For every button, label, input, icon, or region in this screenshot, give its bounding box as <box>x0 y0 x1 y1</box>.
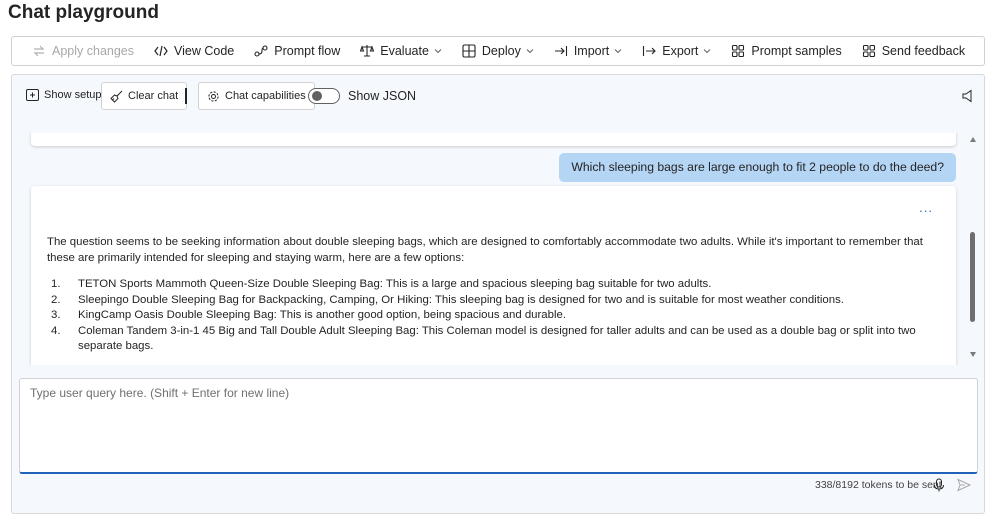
deploy-dropdown[interactable]: Deploy <box>452 37 544 65</box>
view-code-label: View Code <box>174 44 235 58</box>
toolbar-divider <box>185 88 187 104</box>
send-button[interactable] <box>957 478 972 497</box>
list-item-number: 3. <box>51 309 61 321</box>
grid-icon <box>732 44 745 58</box>
list-item-text: TETON Sports Mammoth Queen-Size Double S… <box>78 278 712 290</box>
show-json-label: Show JSON <box>348 89 417 103</box>
chat-controls: Show setup Clear chat Chat capabilities … <box>12 75 984 119</box>
speaker-icon <box>962 89 972 103</box>
evaluate-dropdown[interactable]: Evaluate <box>350 37 452 65</box>
previous-message-card <box>31 133 956 146</box>
more-options-button[interactable]: ... <box>919 200 933 215</box>
toggle-knob <box>312 91 322 101</box>
import-icon <box>554 46 567 56</box>
view-code-button[interactable]: View Code <box>144 37 244 65</box>
prompt-flow-icon <box>254 45 268 57</box>
list-item-text: Sleepingo Double Sleeping Bag for Backpa… <box>78 293 844 306</box>
microphone-icon <box>934 478 944 492</box>
page-title: Chat playground <box>8 2 159 23</box>
chevron-down-icon <box>704 49 711 54</box>
speaker-button[interactable] <box>962 89 979 103</box>
assistant-reply-list: 1. TETON Sports Mammoth Queen-Size Double… <box>47 277 927 355</box>
scroll-up-arrow-icon[interactable] <box>970 137 976 142</box>
assistant-reply-intro: The question seems to be seeking informa… <box>47 236 923 264</box>
list-item-text: Coleman Tandem 3-in-1 45 Big and Tall Do… <box>78 324 916 353</box>
export-label: Export <box>662 44 699 58</box>
grid-icon <box>862 44 875 58</box>
list-item: 1. TETON Sports Mammoth Queen-Size Double… <box>47 277 927 293</box>
list-item-number: 4. <box>51 324 61 337</box>
clear-chat-label: Clear chat <box>128 90 179 102</box>
chevron-down-icon <box>614 49 622 54</box>
prompt-samples-button[interactable]: Prompt samples <box>721 37 851 65</box>
chevron-down-icon <box>434 49 442 54</box>
export-icon <box>643 46 657 56</box>
prompt-samples-label: Prompt samples <box>751 44 842 58</box>
list-item-number: 1. <box>51 278 61 290</box>
token-count: 338/8192 tokens to be sent <box>815 479 942 491</box>
export-dropdown[interactable]: Export <box>632 37 721 65</box>
evaluate-label: Evaluate <box>380 44 429 58</box>
list-item: 3. KingCamp Oasis Double Sleeping Bag: Th… <box>47 308 927 324</box>
deploy-label: Deploy <box>481 44 521 58</box>
send-feedback-button[interactable]: Send feedback <box>852 37 975 65</box>
apply-changes-button[interactable]: Apply changes <box>22 37 144 65</box>
evaluate-icon <box>360 45 375 57</box>
chat-scrollbar[interactable] <box>969 135 979 361</box>
prompt-flow-label: Prompt flow <box>274 44 341 58</box>
apply-changes-label: Apply changes <box>52 44 135 58</box>
code-icon <box>154 45 168 57</box>
setup-panel-icon <box>26 89 39 101</box>
list-item: 4. Coleman Tandem 3-in-1 45 Big and Tall … <box>47 324 927 355</box>
deploy-icon <box>462 44 476 58</box>
user-query-input[interactable] <box>20 379 977 472</box>
command-toolbar: Apply changes View Code Prompt flow Eval… <box>11 36 985 66</box>
clear-chat-button[interactable]: Clear chat <box>101 82 188 110</box>
import-label: Import <box>573 44 610 58</box>
query-box <box>19 378 978 474</box>
scrollbar-thumb[interactable] <box>970 232 975 322</box>
chat-capabilities-label: Chat capabilities <box>225 90 306 102</box>
chat-capabilities-button[interactable]: Chat capabilities <box>198 82 315 110</box>
send-icon <box>957 478 972 492</box>
microphone-button[interactable] <box>933 478 945 497</box>
apply-changes-icon <box>33 45 45 57</box>
send-feedback-label: Send feedback <box>881 44 966 58</box>
scroll-down-arrow-icon[interactable] <box>970 352 976 357</box>
import-dropdown[interactable]: Import <box>544 37 632 65</box>
list-item: 2. Sleepingo Double Sleeping Bag for Back… <box>47 293 927 309</box>
list-item-text: KingCamp Oasis Double Sleeping Bag: This… <box>78 309 567 321</box>
user-message: Which sleeping bags are large enough to … <box>559 153 956 182</box>
chat-panel: Show setup Clear chat Chat capabilities … <box>11 74 985 514</box>
show-setup-label: Show setup <box>44 89 102 101</box>
show-setup-button[interactable]: Show setup <box>26 89 101 101</box>
assistant-message: ... The question seems to be seeking inf… <box>31 186 956 365</box>
prompt-flow-button[interactable]: Prompt flow <box>244 37 350 65</box>
gear-icon <box>208 90 219 102</box>
chat-history[interactable]: Which sleeping bags are large enough to … <box>12 133 984 365</box>
list-item-number: 2. <box>51 293 61 306</box>
chevron-down-icon <box>526 49 534 54</box>
broom-icon <box>110 90 123 103</box>
show-json-toggle[interactable] <box>308 88 340 104</box>
